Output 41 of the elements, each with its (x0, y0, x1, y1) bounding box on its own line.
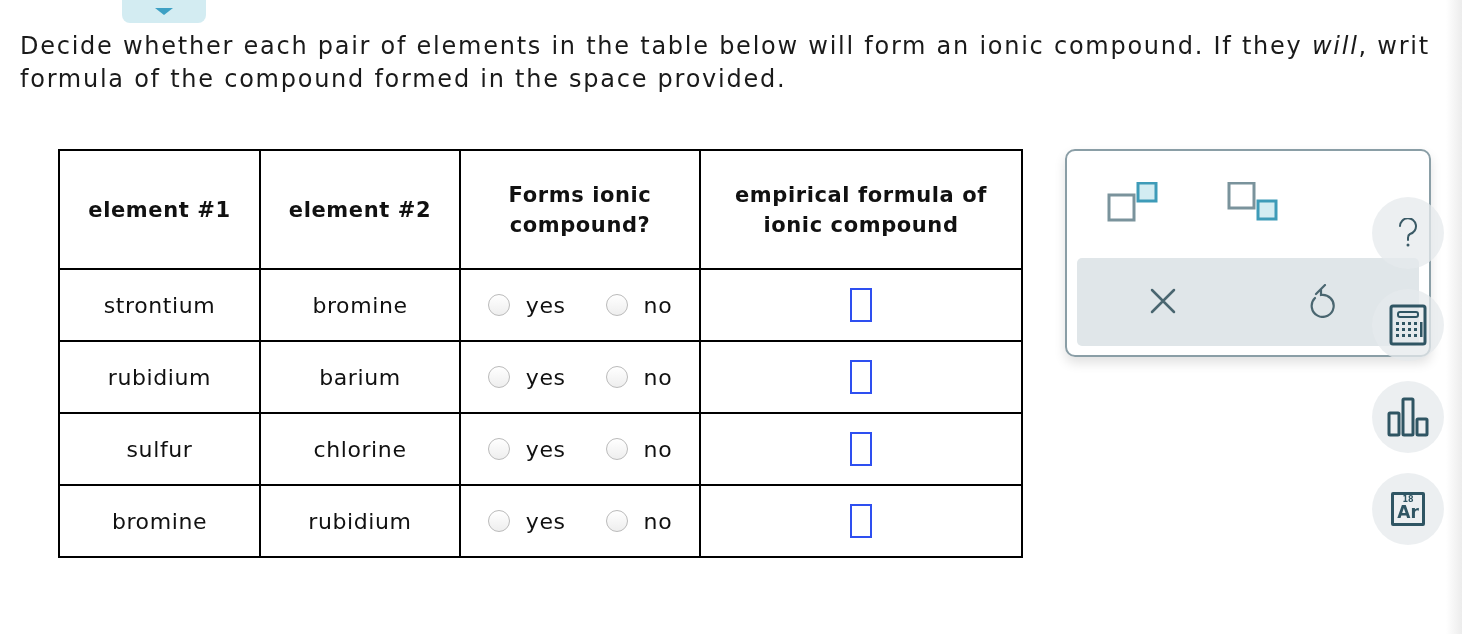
option-label: yes (525, 436, 566, 462)
option-label: yes (525, 364, 566, 390)
option-label: yes (525, 508, 566, 534)
option-label: no (643, 436, 673, 462)
table-cell: chlorine (313, 436, 407, 462)
radio-button[interactable] (487, 366, 510, 388)
question-text: formula of the compound formed in the space provided. (20, 64, 787, 95)
column-header: element #1 (88, 196, 231, 224)
column-header: Forms ionic compound? (507, 181, 653, 239)
table-cell: rubidium (308, 508, 412, 534)
radio-button[interactable] (605, 294, 628, 316)
periodic-table-button[interactable]: 18 Ar (1372, 473, 1444, 545)
answer-box[interactable] (850, 504, 872, 538)
option-label: no (643, 364, 673, 390)
question-mark-icon (1397, 218, 1419, 248)
collapse-button[interactable] (122, 0, 206, 23)
option-label: no (643, 292, 673, 318)
chevron-down-icon (153, 7, 175, 16)
table-cell: strontium (103, 292, 216, 318)
option-label: no (643, 508, 673, 534)
radio-button[interactable] (605, 366, 628, 388)
option-label: yes (525, 292, 566, 318)
table-cell: bromine (312, 292, 408, 318)
answer-box[interactable] (850, 360, 872, 394)
question-text: Decide whether each pair of elements in the table below will form an ionic compound. If they will, writ (20, 31, 1430, 62)
radio-button[interactable] (487, 510, 510, 532)
calculator-icon (1389, 304, 1427, 346)
table-cell: rubidium (107, 364, 212, 390)
radio-button[interactable] (487, 438, 510, 460)
radio-button[interactable] (605, 510, 628, 532)
close-icon (1149, 286, 1177, 315)
answer-box[interactable] (850, 288, 872, 322)
column-header: empirical formula of ionic compound (733, 181, 988, 239)
bar-chart-icon (1387, 396, 1429, 438)
table-cell: barium (319, 364, 401, 390)
column-header: element #2 (288, 196, 432, 224)
radio-button[interactable] (487, 294, 510, 316)
table-cell: sulfur (126, 436, 193, 462)
table-cell: bromine (111, 508, 208, 534)
answer-box[interactable] (850, 432, 872, 466)
radio-button[interactable] (605, 438, 628, 460)
